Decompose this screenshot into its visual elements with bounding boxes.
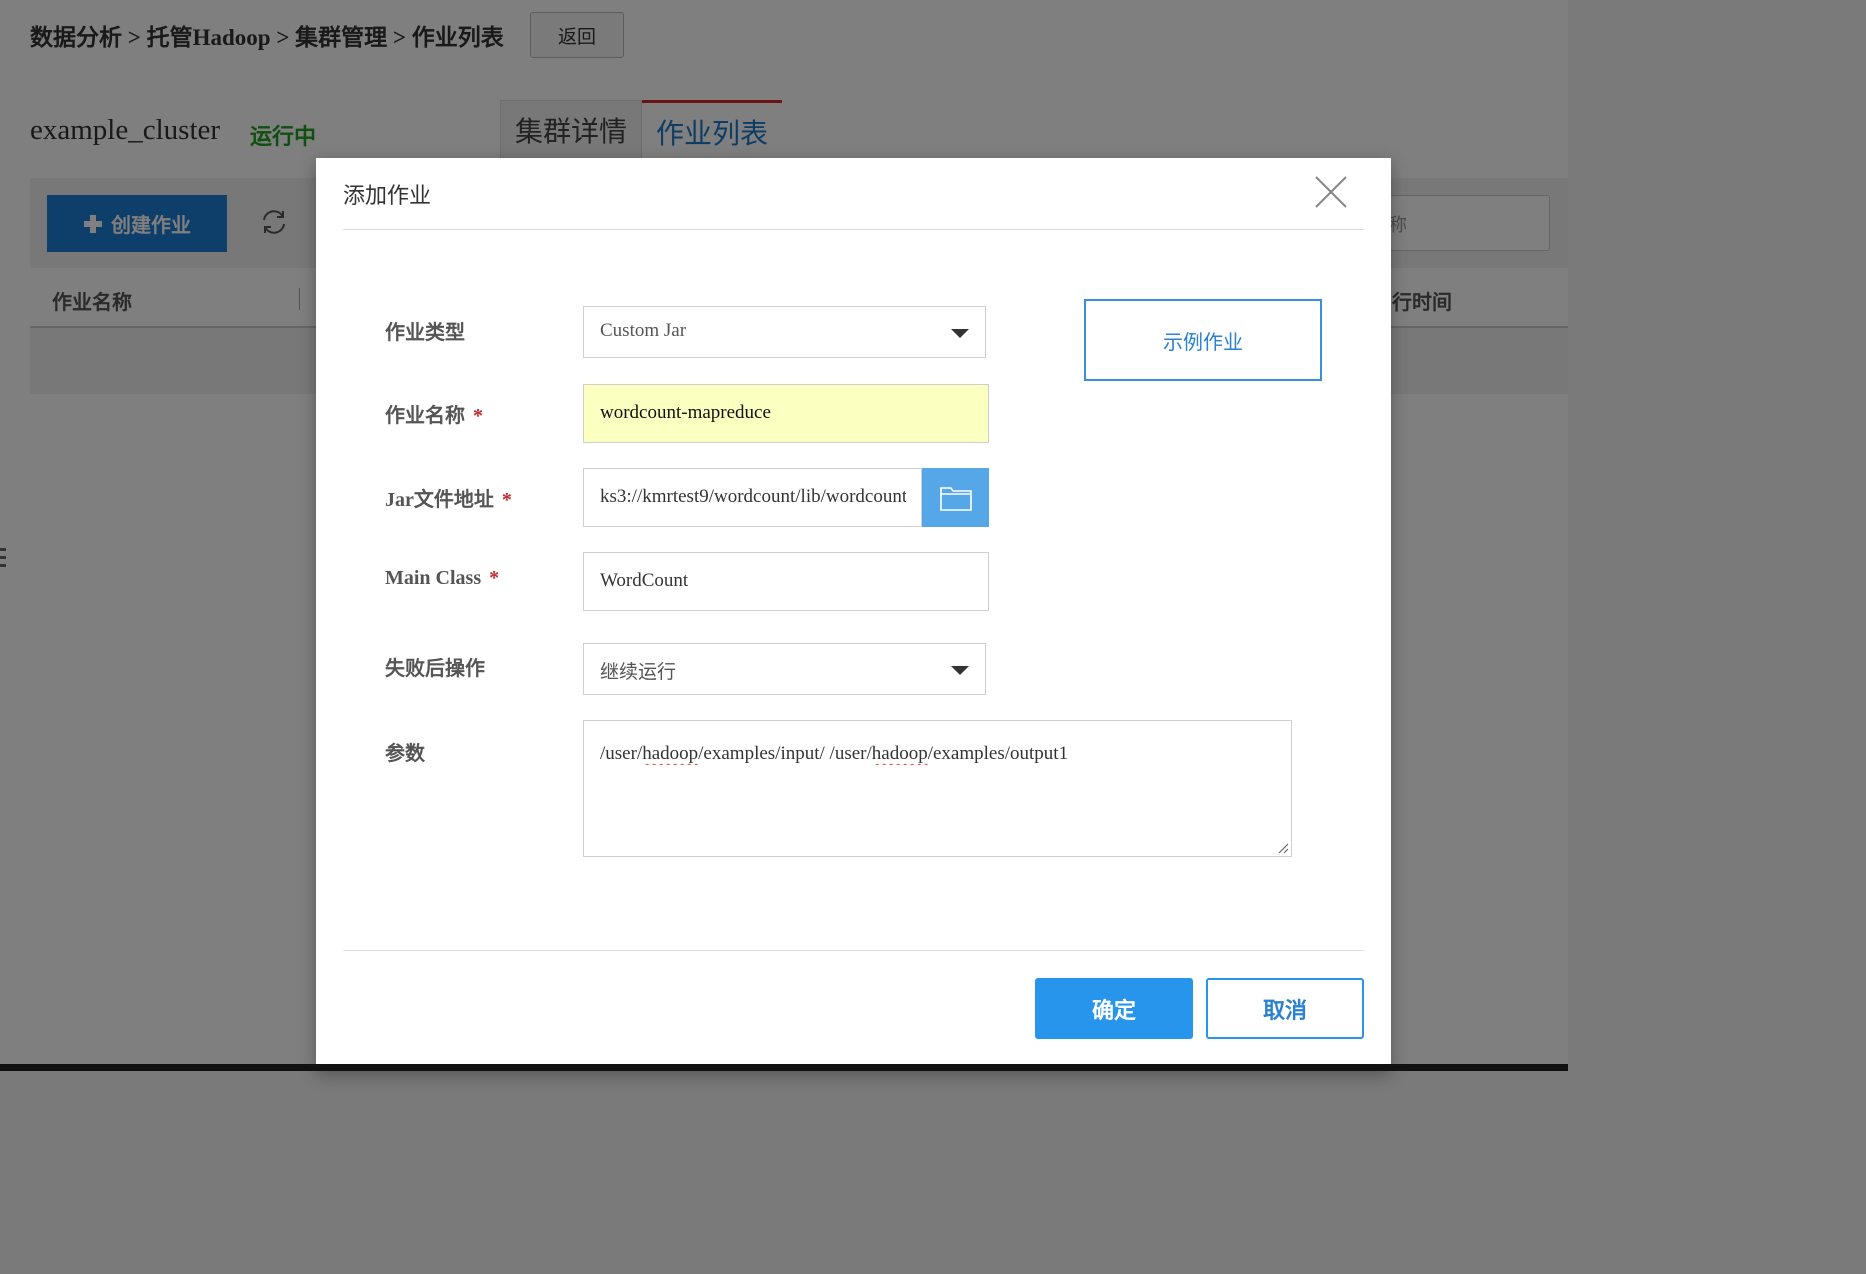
job-name-value: wordcount-mapreduce	[600, 402, 771, 423]
required-mark: *	[489, 567, 500, 589]
dialog-header-divider	[343, 229, 1364, 230]
required-mark: *	[501, 489, 512, 511]
params-value: /user/hadoop/examples/input/ /user/hadoo…	[600, 743, 1069, 764]
on-failure-value: 继续运行	[600, 662, 677, 683]
job-name-label: 作业名称 *	[385, 405, 483, 427]
required-mark: *	[473, 405, 483, 427]
add-job-dialog: 添加作业 作业类型 Custom Jar 示例作业 作业名称 * wordcoun…	[316, 158, 1391, 1071]
job-name-input[interactable]: wordcount-mapreduce	[583, 384, 989, 443]
params-label: 参数	[385, 743, 425, 765]
jar-path-value: ks3://kmrtest9/wordcount/lib/wordcount.j…	[600, 486, 906, 507]
browse-folder-button[interactable]	[922, 468, 989, 527]
main-class-value: WordCount	[600, 570, 689, 591]
params-textarea[interactable]: /user/hadoop/examples/input/ /user/hadoo…	[583, 720, 1292, 857]
jar-path-input[interactable]: ks3://kmrtest9/wordcount/lib/wordcount.j…	[583, 468, 922, 527]
confirm-button[interactable]: 确定	[1035, 978, 1193, 1039]
on-failure-label: 失败后操作	[385, 658, 485, 680]
chevron-down-icon	[951, 666, 969, 675]
job-type-value: Custom Jar	[600, 320, 687, 341]
dialog-footer-divider	[343, 950, 1364, 951]
main-class-label: Main Class *	[385, 567, 500, 589]
on-failure-select[interactable]: 继续运行	[583, 643, 986, 695]
jar-path-label: Jar文件地址 *	[385, 489, 512, 511]
close-icon[interactable]	[1314, 175, 1348, 209]
job-type-label: 作业类型	[385, 322, 465, 344]
example-job-button[interactable]: 示例作业	[1084, 299, 1322, 381]
chevron-down-icon	[951, 329, 969, 338]
resize-grip-icon[interactable]	[1277, 842, 1289, 854]
spellcheck-word: hadoop	[642, 743, 699, 764]
cancel-button[interactable]: 取消	[1206, 978, 1364, 1039]
folder-icon	[939, 486, 972, 511]
window-bottom-edge	[0, 1064, 1568, 1071]
spellcheck-word: hadoop	[871, 743, 928, 764]
main-class-input[interactable]: WordCount	[583, 552, 989, 611]
job-type-select[interactable]: Custom Jar	[583, 306, 986, 358]
dialog-title: 添加作业	[343, 183, 432, 208]
